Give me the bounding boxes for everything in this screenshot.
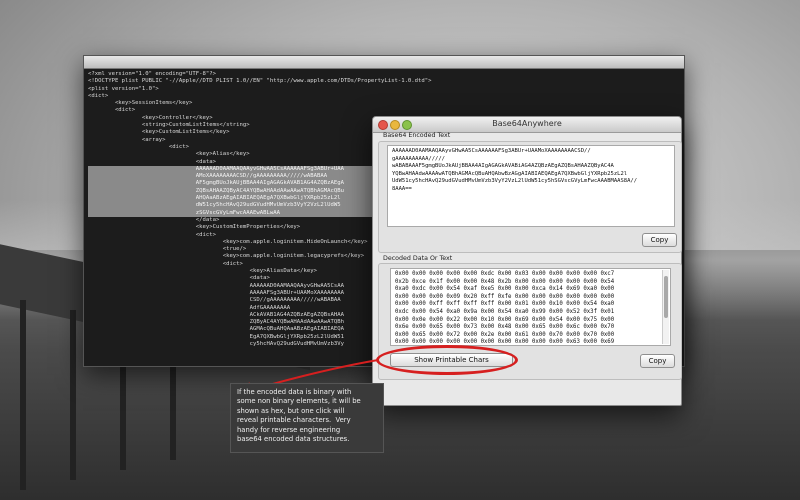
annotation-note: If the encoded data is binary with some … — [230, 383, 384, 453]
callout-arrow — [236, 359, 379, 398]
